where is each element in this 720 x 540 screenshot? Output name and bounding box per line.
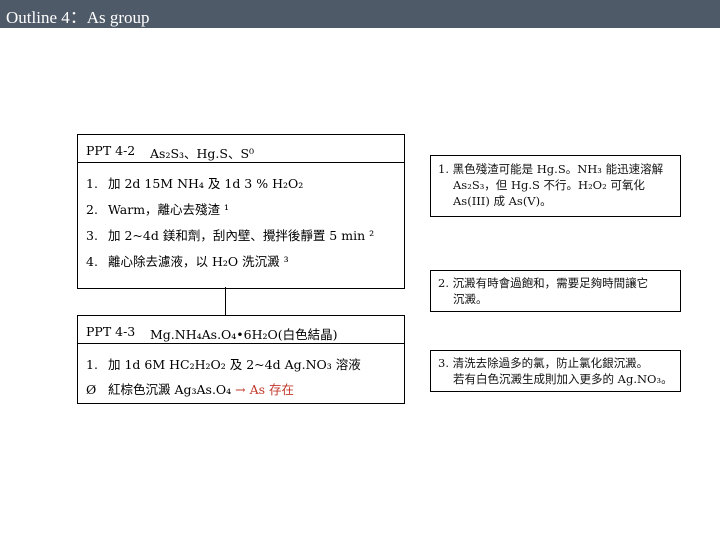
ppt-4-2-box: PPT 4-2 As₂S₃、Hg.S、S⁰ 1. 加 2d 15M NH₄ 及 1… <box>77 134 405 289</box>
connector-line <box>225 287 226 315</box>
ppt-4-3-chemicals: Mg.NH₄As.O₄•6H₂O(白色結晶) <box>150 327 338 342</box>
note-line: 3. 清洗去除過多的氯，防止氯化銀沉澱。 <box>438 356 649 370</box>
ppt-4-3-box: PPT 4-3 Mg.NH₄As.O₄•6H₂O(白色結晶) 1. 加 1d 6M… <box>77 315 405 404</box>
header-divider <box>78 162 404 163</box>
ppt-4-2-code: PPT 4-2 <box>86 143 136 158</box>
step-2: 2. Warm，離心去殘渣 ¹ <box>86 199 229 218</box>
footnote-3: 3. 清洗去除過多的氯，防止氯化銀沉澱。 若有白色沉澱生成則加入更多的 Ag.N… <box>430 350 681 392</box>
step-1: 1. 加 2d 15M NH₄ 及 1d 3 % H₂O₂ <box>86 173 303 192</box>
step-1: 1. 加 1d 6M HC₂H₂O₂ 及 2~4d Ag.NO₃ 溶液 <box>86 354 361 373</box>
arrow-bullet-icon: Ø <box>86 382 97 397</box>
page-title: Outline 4：As group <box>6 8 150 27</box>
note-line: As₂S₃，但 Hg.S 不行。H₂O₂ 可氧化 <box>453 178 645 192</box>
note-line: 若有白色沉澱生成則加入更多的 Ag.NO₃。 <box>453 372 673 386</box>
note-line: 2. 沉澱有時會過飽和，需要足夠時間讓它 <box>438 276 649 290</box>
step-text: 加 2d 15M NH₄ 及 1d 3 % H₂O₂ <box>108 176 304 191</box>
footnote-2: 2. 沉澱有時會過飽和，需要足夠時間讓它 沉澱。 <box>430 270 681 312</box>
result-text: 紅棕色沉澱 Ag₃As.O₄ <box>108 382 236 397</box>
step-text: 加 1d 6M HC₂H₂O₂ 及 2~4d Ag.NO₃ 溶液 <box>108 357 361 372</box>
step-number: 1. <box>86 176 98 191</box>
header-divider <box>78 343 404 344</box>
ppt-4-2-chemicals: As₂S₃、Hg.S、S⁰ <box>150 146 255 161</box>
title-bar: Outline 4：As group <box>0 0 720 28</box>
result-conclusion: → As 存在 <box>235 382 295 397</box>
step-4: 4. 離心除去濾液，以 H₂O 洗沉澱 ³ <box>86 251 289 270</box>
ppt-4-3-code: PPT 4-3 <box>86 324 136 339</box>
step-3: 3. 加 2~4d 鎂和劑，刮內壁、攪拌後靜置 5 min ² <box>86 225 374 244</box>
ppt-4-2-header: PPT 4-2 As₂S₃、Hg.S、S⁰ <box>78 135 404 162</box>
result-line: Ø 紅棕色沉澱 Ag₃As.O₄ → As 存在 <box>86 379 294 398</box>
step-number: 1. <box>86 357 98 372</box>
note-line: 1. 黑色殘渣可能是 Hg.S。NH₃ 能迅速溶解 <box>438 162 664 176</box>
step-number: 3. <box>86 228 98 243</box>
step-text: Warm，離心去殘渣 ¹ <box>108 202 230 217</box>
step-number: 4. <box>86 254 98 269</box>
step-text: 加 2~4d 鎂和劑，刮內壁、攪拌後靜置 5 min ² <box>108 228 375 243</box>
note-line: As(III) 成 As(V)。 <box>453 194 552 208</box>
step-number: 2. <box>86 202 98 217</box>
step-text: 離心除去濾液，以 H₂O 洗沉澱 ³ <box>108 254 289 269</box>
note-line: 沉澱。 <box>453 292 488 306</box>
footnote-1: 1. 黑色殘渣可能是 Hg.S。NH₃ 能迅速溶解 As₂S₃，但 Hg.S 不… <box>430 155 681 217</box>
ppt-4-3-header: PPT 4-3 Mg.NH₄As.O₄•6H₂O(白色結晶) <box>78 316 404 343</box>
